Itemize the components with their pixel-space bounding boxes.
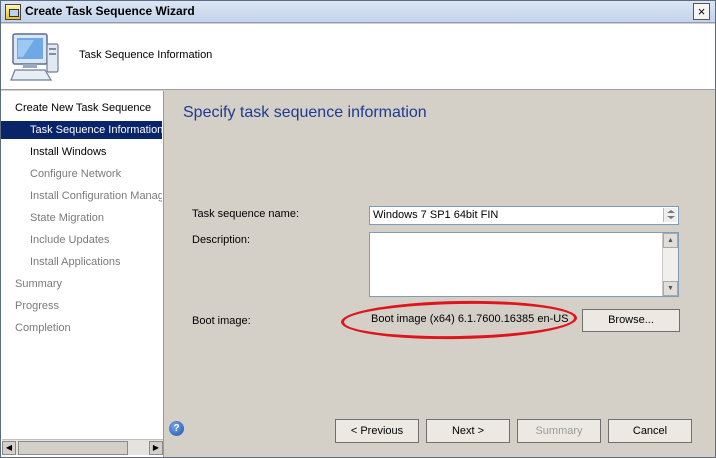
- task-sequence-name-input[interactable]: Windows 7 SP1 64bit FIN: [369, 206, 679, 225]
- boot-image-label: Boot image:: [192, 315, 251, 327]
- cancel-button[interactable]: Cancel: [608, 419, 692, 443]
- title-bar[interactable]: Create Task Sequence Wizard ×: [1, 1, 715, 23]
- close-button[interactable]: ×: [693, 3, 710, 20]
- previous-button[interactable]: < Previous: [335, 419, 419, 443]
- wizard-header: Task Sequence Information: [1, 24, 715, 90]
- nav-item-state-migration: State Migration: [30, 212, 104, 224]
- nav-item-configure-network: Configure Network: [30, 168, 122, 180]
- help-icon[interactable]: ?: [169, 421, 184, 436]
- description-input[interactable]: ▲ ▼: [369, 232, 679, 297]
- computer-icon: [10, 33, 59, 81]
- scroll-thumb[interactable]: [18, 441, 128, 455]
- description-scrollbar[interactable]: ▲ ▼: [662, 233, 678, 296]
- wizard-window: Create Task Sequence Wizard × Task Seque…: [0, 0, 716, 458]
- scroll-right-icon[interactable]: ▶: [149, 441, 163, 455]
- task-sequence-name-value: Windows 7 SP1 64bit FIN: [373, 209, 499, 221]
- description-label: Description:: [192, 234, 251, 246]
- nav-item-include-updates: Include Updates: [30, 234, 110, 246]
- nav-item-install-applications: Install Applications: [30, 256, 121, 268]
- task-sequence-icon: [5, 4, 21, 20]
- page-title: Specify task sequence information: [183, 104, 427, 121]
- highlight-ellipse: [340, 298, 578, 342]
- nav-item-install-windows[interactable]: Install Windows: [1, 143, 162, 161]
- window-title: Create Task Sequence Wizard: [25, 4, 195, 18]
- scroll-down-icon[interactable]: ▼: [663, 281, 678, 296]
- nav-item-progress: Progress: [15, 300, 60, 312]
- nav-item-install-configuration-manager: Install Configuration Manag: [30, 190, 162, 202]
- task-sequence-name-label: Task sequence name:: [192, 208, 300, 220]
- nav-item-summary: Summary: [15, 278, 63, 290]
- nav-item-completion: Completion: [15, 322, 71, 334]
- nav-item-create-new-task-sequence: Create New Task Sequence: [15, 102, 152, 114]
- summary-button: Summary: [517, 419, 601, 443]
- scroll-left-icon[interactable]: ◀: [2, 441, 16, 455]
- spin-arrows-icon[interactable]: [663, 208, 677, 222]
- wizard-nav: Create New Task Sequence Task Sequence I…: [1, 91, 164, 457]
- scroll-up-icon[interactable]: ▲: [663, 233, 678, 248]
- browse-button[interactable]: Browse...: [582, 309, 680, 332]
- nav-item-task-sequence-information[interactable]: Task Sequence Information: [1, 121, 162, 139]
- nav-horizontal-scrollbar[interactable]: ◀ ▶: [2, 439, 163, 455]
- header-step-title: Task Sequence Information: [79, 49, 213, 61]
- next-button[interactable]: Next >: [426, 419, 510, 443]
